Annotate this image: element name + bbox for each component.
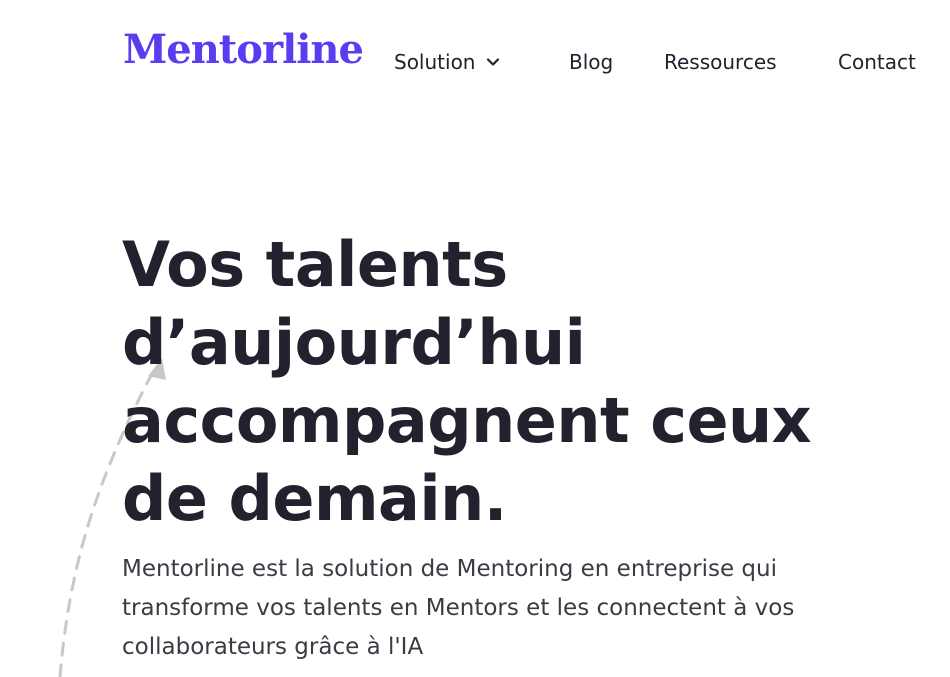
nav-item-label: Ressources xyxy=(664,50,777,74)
hero-title-line: de demain. xyxy=(122,462,507,535)
nav-item-label: Solution xyxy=(394,50,476,74)
hero-description-line: collaborateurs grâce à l'IA xyxy=(122,634,424,660)
chevron-down-icon xyxy=(487,58,500,66)
hero-title: Vos talents d’aujourd’hui accompagnent c… xyxy=(122,226,882,538)
hero-description: Mentorline est la solution de Mentoring … xyxy=(122,550,902,667)
nav-item-contact[interactable]: Contact xyxy=(838,48,916,76)
nav-item-label: Blog xyxy=(569,50,614,74)
nav-item-label: Contact xyxy=(838,50,916,74)
main-nav: Solution Blog Ressources Contact xyxy=(0,48,950,78)
nav-item-ressources[interactable]: Ressources xyxy=(664,48,777,76)
site-header: Mentorline Solution Blog Ressources Cont… xyxy=(0,0,950,120)
hero-description-line: Mentorline est la solution de Mentoring … xyxy=(122,556,777,582)
nav-item-blog[interactable]: Blog xyxy=(569,48,613,76)
nav-item-solution[interactable]: Solution xyxy=(394,48,501,76)
hero-description-line: transforme vos talents en Mentors et les… xyxy=(122,595,795,621)
hero-title-line: accompagnent ceux xyxy=(122,384,812,457)
hero-title-line: Vos talents xyxy=(122,228,508,301)
hero-title-line: d’aujourd’hui xyxy=(122,306,586,379)
